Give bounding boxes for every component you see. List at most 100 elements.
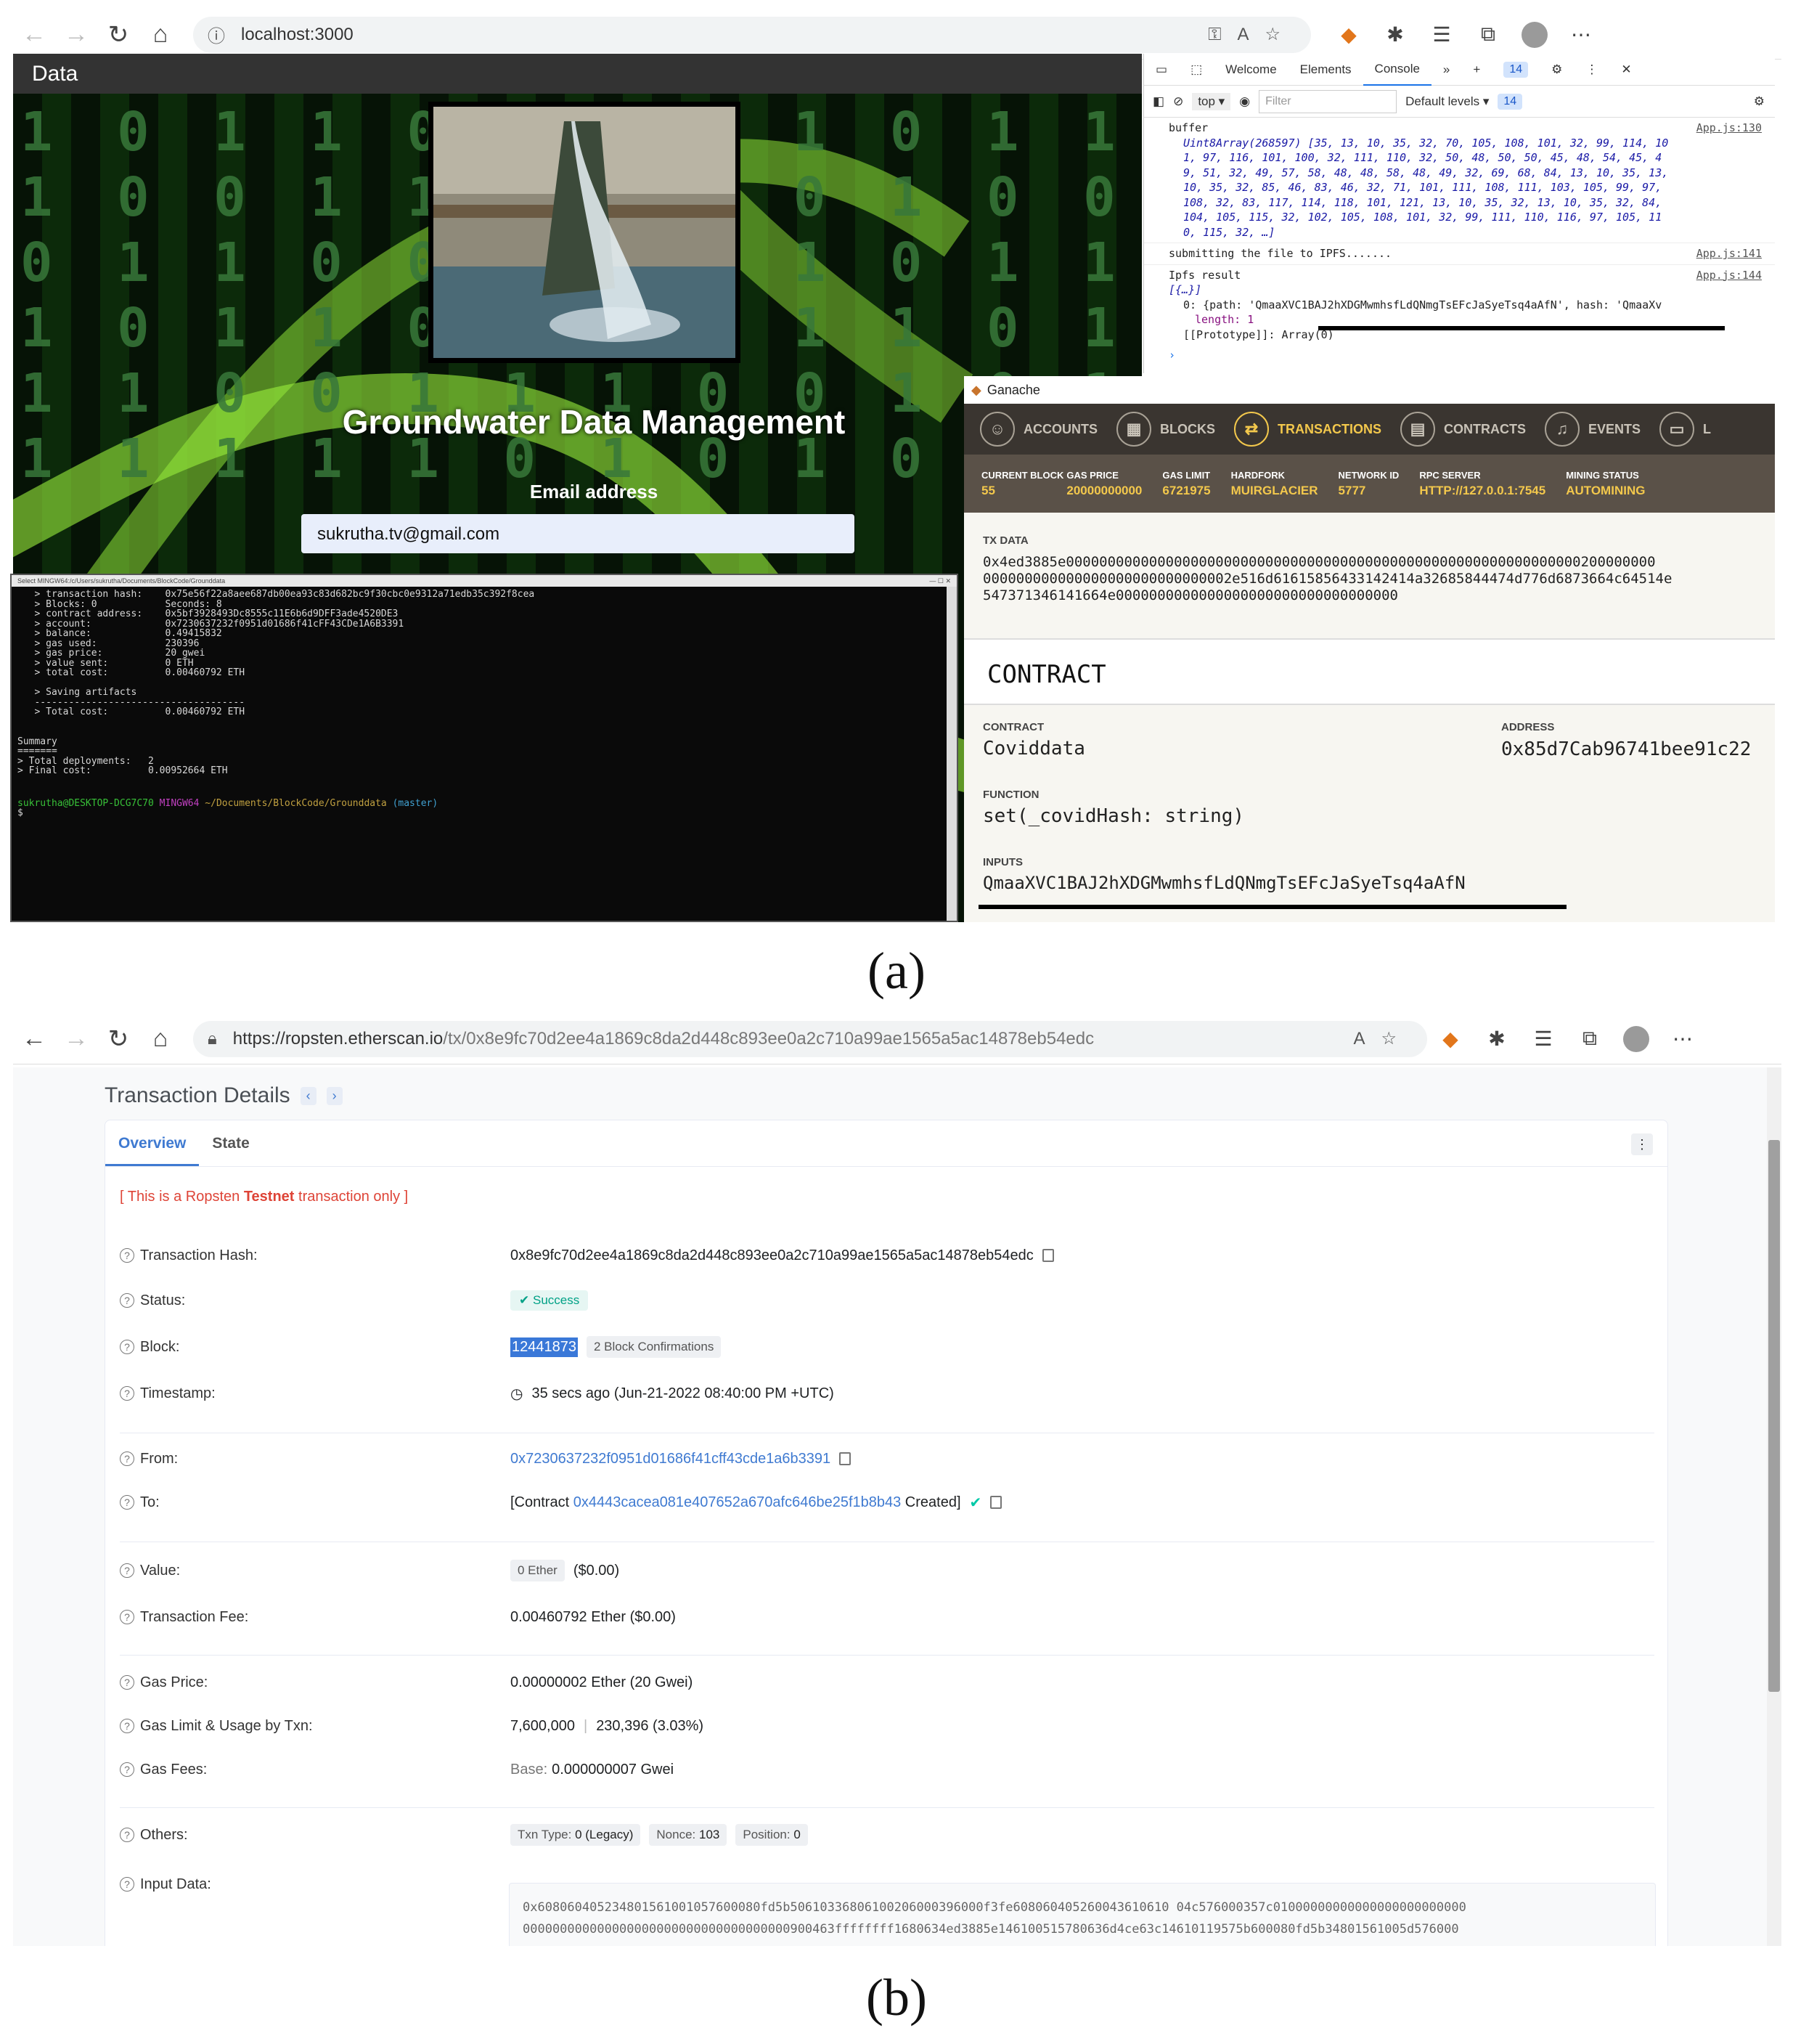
help-icon[interactable]: ? [120, 1386, 134, 1401]
help-icon[interactable]: ? [120, 1675, 134, 1690]
label-text: Block: [140, 1338, 180, 1355]
stat-hardfork: HARDFORK MUIRGLACIER [1231, 470, 1318, 498]
label-text: From: [140, 1450, 179, 1467]
email-label: Email address [529, 481, 658, 502]
nav-events[interactable]: ♫ EVENTS [1545, 412, 1641, 447]
window-controls-icon[interactable]: — ☐ ✕ [929, 575, 951, 587]
tab-console[interactable]: Console [1363, 54, 1431, 86]
favorites-icon[interactable]: ☰ [1520, 1018, 1567, 1060]
terminal-prompt[interactable]: sukrutha@DESKTOP-DCG7C70 MINGW64 ~/Docum… [12, 798, 957, 821]
block-link[interactable]: 12441873 [510, 1337, 578, 1357]
copy-icon[interactable] [990, 1496, 1002, 1509]
nav-transactions[interactable]: ⇄ TRANSACTIONS [1234, 412, 1381, 447]
key-icon[interactable]: ⚿ [1208, 25, 1221, 45]
extensions-icon[interactable]: ✱ [1372, 14, 1418, 56]
log-source-3[interactable]: App.js:144 [1696, 268, 1762, 283]
scrollbar-thumb[interactable] [1768, 1140, 1780, 1692]
page-scrollbar[interactable] [1767, 1067, 1781, 1946]
from-address-link[interactable]: 0x7230637232f0951d01686f41cff43cde1a6b33… [510, 1451, 830, 1467]
help-icon[interactable]: ? [120, 1495, 134, 1510]
home-icon[interactable]: ⌂ [139, 14, 181, 56]
favorites-icon[interactable]: ☰ [1418, 14, 1465, 56]
read-aloud-icon[interactable]: A [1237, 25, 1249, 45]
forward-icon[interactable]: → [55, 14, 97, 56]
tab-state[interactable]: State [199, 1120, 262, 1166]
more-tabs-icon[interactable]: » [1431, 54, 1461, 86]
copy-icon[interactable] [1042, 1249, 1054, 1262]
reload-icon[interactable]: ↻ [97, 14, 139, 56]
console-settings-icon[interactable]: ⚙ [1754, 94, 1765, 109]
tab-welcome[interactable]: Welcome [1214, 54, 1288, 86]
profile-icon[interactable] [1511, 14, 1558, 56]
next-tx-icon[interactable]: › [326, 1086, 343, 1105]
favorite-add-icon[interactable]: ☆ [1265, 24, 1281, 45]
more-icon[interactable]: ⋯ [1558, 14, 1604, 56]
eye-icon[interactable]: ◉ [1239, 94, 1250, 109]
to-contract-link[interactable]: 0x4443cacea081e407652a670afc646be25f1b8b… [573, 1494, 902, 1510]
help-icon[interactable]: ? [120, 1877, 134, 1892]
tx-data-value: 0x4ed3885e000000000000000000000000000000… [983, 554, 1756, 604]
help-icon[interactable]: ? [120, 1719, 134, 1733]
close-icon[interactable]: ✕ [1609, 54, 1643, 86]
help-icon[interactable]: ? [120, 1828, 134, 1842]
nav-accounts[interactable]: ☺ ACCOUNTS [980, 412, 1098, 447]
sidebar-toggle-icon[interactable]: ◧ [1153, 94, 1164, 109]
more-options-icon[interactable]: ⋮ [1631, 1133, 1653, 1155]
address-bar-b[interactable]: 🔒︎ https://ropsten.etherscan.io/tx/0x8e9… [193, 1020, 1427, 1057]
nav-blocks[interactable]: ▦ BLOCKS [1116, 412, 1215, 447]
terminal-scrollbar[interactable] [947, 587, 957, 921]
dock-icon[interactable]: ⋮ [1574, 54, 1609, 86]
collections-icon[interactable]: ⧉ [1465, 14, 1511, 56]
extensions-icon[interactable]: ✱ [1474, 1018, 1520, 1060]
address-bar-a[interactable]: ⓘ localhost:3000 ⚿ A ☆ [193, 16, 1311, 53]
help-icon[interactable]: ? [120, 1293, 134, 1308]
context-select[interactable]: top ▾ [1192, 92, 1231, 110]
back-icon[interactable]: ← [13, 1018, 55, 1060]
uint8array-preview[interactable]: Uint8Array(268597) [35, 13, 10, 35, 32, … [1169, 136, 1766, 240]
read-aloud-icon[interactable]: A [1353, 1029, 1365, 1049]
inspect-icon[interactable]: ⬚ [1179, 54, 1214, 86]
profile-icon[interactable] [1613, 1018, 1659, 1060]
separator: | [583, 1717, 588, 1734]
inputs-underline [979, 905, 1567, 909]
nav-contracts[interactable]: ▤ CONTRACTS [1400, 412, 1526, 447]
etherscan-page: Transaction Details ‹ › Overview State ⋮… [13, 1067, 1781, 1946]
device-toggle-icon[interactable]: ▭ [1144, 54, 1179, 86]
add-tab-icon[interactable]: + [1461, 54, 1492, 86]
contract-details: CONTRACT Coviddata ADDRESS 0x85d7Cab9674… [964, 705, 1775, 909]
help-icon[interactable]: ? [120, 1248, 134, 1263]
metamask-icon[interactable]: ◆ [1326, 14, 1372, 56]
help-icon[interactable]: ? [120, 1563, 134, 1578]
favorite-add-icon[interactable]: ☆ [1381, 1028, 1397, 1049]
help-icon[interactable]: ? [120, 1451, 134, 1466]
back-icon[interactable]: ← [13, 14, 55, 56]
prev-tx-icon[interactable]: ‹ [300, 1086, 316, 1105]
result-item[interactable]: 0: {path: 'QmaaXVC1BAJ2hXDGMwmhsfLdQNmgT… [1169, 298, 1766, 313]
help-icon[interactable]: ? [120, 1340, 134, 1354]
tab-overview[interactable]: Overview [105, 1120, 200, 1166]
help-icon[interactable]: ? [120, 1610, 134, 1624]
log-source-1[interactable]: App.js:130 [1696, 121, 1762, 136]
forward-icon[interactable]: → [55, 1018, 97, 1060]
tab-elements[interactable]: Elements [1288, 54, 1363, 86]
help-icon[interactable]: ? [120, 1762, 134, 1777]
more-icon[interactable]: ⋯ [1659, 1018, 1706, 1060]
log-source-2[interactable]: App.js:141 [1696, 246, 1762, 261]
email-input[interactable]: sukrutha.tv@gmail.com [301, 514, 854, 553]
settings-icon[interactable]: ⚙ [1540, 54, 1574, 86]
home-icon[interactable]: ⌂ [139, 1018, 181, 1060]
reload-icon[interactable]: ↻ [97, 1018, 139, 1060]
terminal-line: > total cost: 0.00460792 ETH [17, 667, 245, 678]
nav-logs[interactable]: ▭ L [1659, 412, 1711, 447]
levels-select[interactable]: Default levels ▾ [1405, 94, 1489, 109]
issues-badge[interactable]: 14 [1503, 61, 1529, 78]
collections-icon[interactable]: ⧉ [1567, 1018, 1613, 1060]
issues-badge-2[interactable]: 14 [1498, 93, 1523, 110]
console-prompt[interactable]: › [1144, 345, 1775, 366]
input-data-box[interactable]: 0x608060405234801561001057600080fd5b5061… [509, 1883, 1656, 1946]
console-filter-input[interactable]: Filter [1259, 89, 1397, 113]
copy-icon[interactable] [839, 1452, 851, 1465]
result-array[interactable]: [{…}] [1169, 282, 1766, 298]
clear-console-icon[interactable]: ⊘ [1173, 94, 1183, 109]
metamask-icon[interactable]: ◆ [1427, 1018, 1474, 1060]
